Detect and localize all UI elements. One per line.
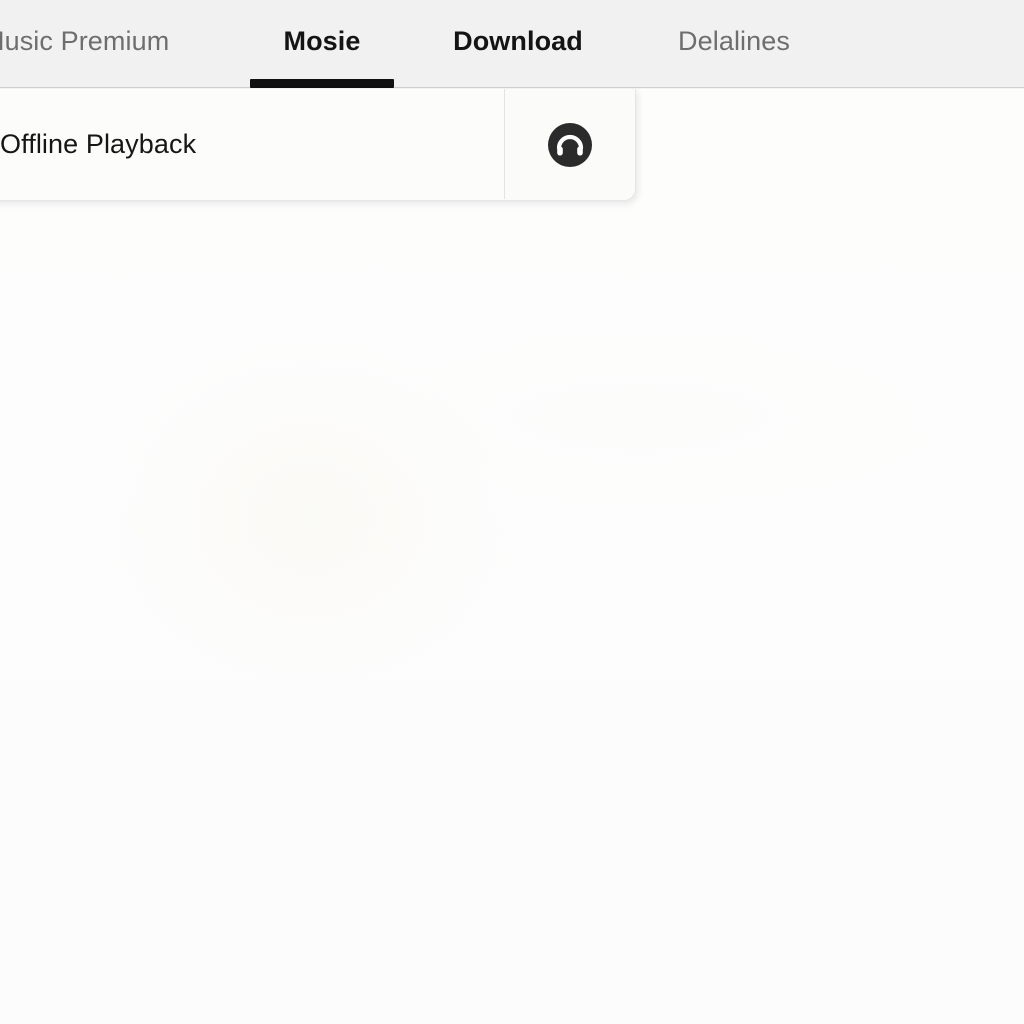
active-tab-indicator: [250, 79, 394, 88]
tab-mosie[interactable]: Mosie: [242, 0, 402, 88]
content-background-texture: [0, 88, 1024, 1024]
headphone-button[interactable]: Headphones: [505, 89, 635, 200]
tab-bar: Music Premium Mosie Download Delalines: [0, 0, 1024, 88]
app-window: Music Premium Mosie Download Delalines O…: [0, 0, 1024, 1024]
tab-download-label: Download: [453, 26, 583, 56]
tab-music-premium-label: Music Premium: [0, 26, 170, 56]
content-area: [0, 88, 1024, 1024]
offline-playback-label: Offline Playback: [0, 129, 197, 159]
headphone-icon: [548, 122, 592, 167]
tab-mosie-label: Mosie: [283, 26, 361, 56]
tab-delalines-label: Delalines: [678, 26, 790, 56]
offline-playback-row[interactable]: Offline Playback: [0, 89, 505, 199]
tab-music-premium[interactable]: Music Premium: [0, 0, 214, 88]
tab-download[interactable]: Download: [437, 0, 599, 88]
tab-delalines[interactable]: Delalines: [652, 0, 816, 88]
offline-playback-panel: Offline Playback Headphones: [0, 89, 636, 201]
